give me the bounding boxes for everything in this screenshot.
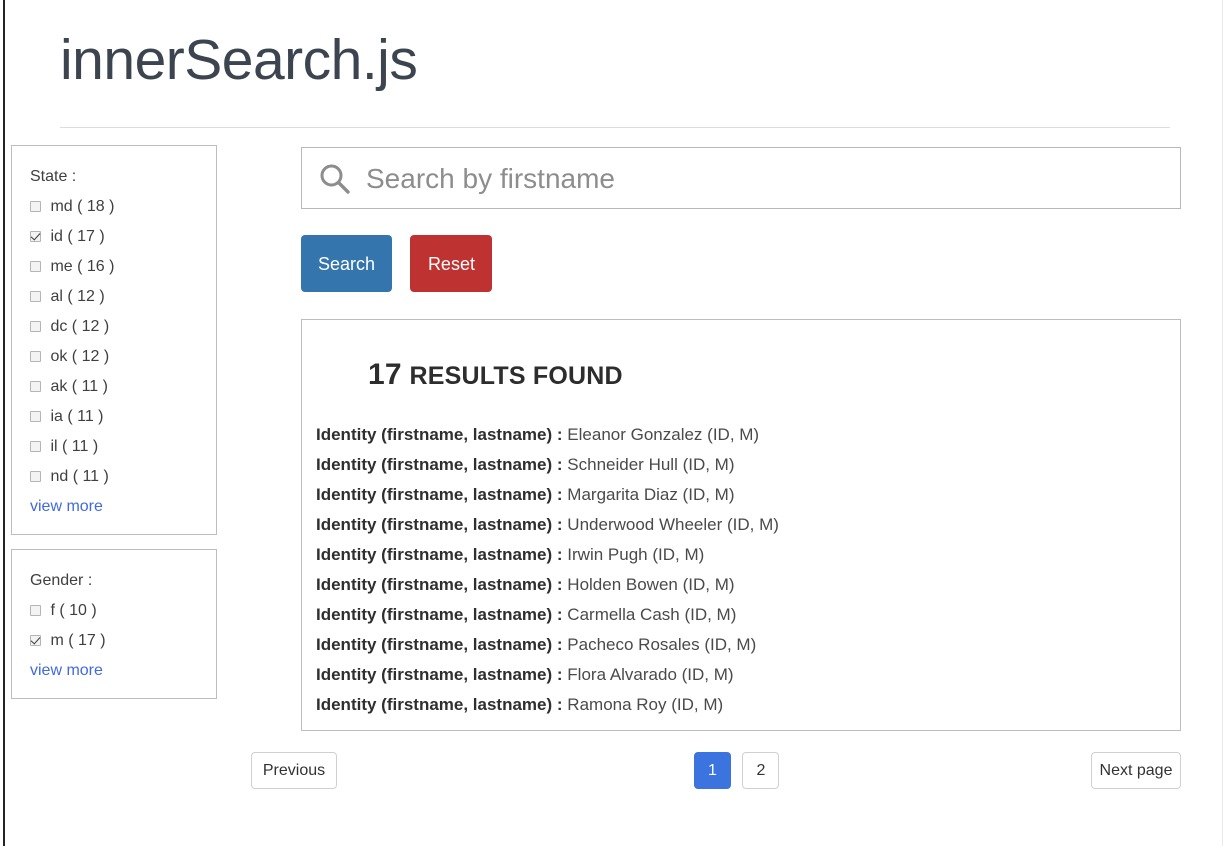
result-key: Identity (firstname, lastname) : [316,605,563,624]
result-key: Identity (firstname, lastname) : [316,575,563,594]
result-row: Identity (firstname, lastname) : Eleanor… [316,420,1180,450]
result-value: Eleanor Gonzalez (ID, M) [567,425,759,444]
result-row: Identity (firstname, lastname) : Margari… [316,480,1180,510]
result-key: Identity (firstname, lastname) : [316,665,563,684]
facet-label-id: id ( 17 ) [50,228,104,245]
result-value: Ramona Roy (ID, M) [567,695,723,714]
facet-checkbox-ak[interactable] [30,381,41,392]
facet-option-ak[interactable]: ak ( 11 ) [12,372,216,402]
reset-button[interactable]: Reset [410,235,492,292]
result-key: Identity (firstname, lastname) : [316,635,563,654]
facet-label-ok: ok ( 12 ) [50,348,109,365]
result-key: Identity (firstname, lastname) : [316,485,563,504]
facet-label-ia: ia ( 11 ) [50,408,103,425]
search-button[interactable]: Search [301,235,392,292]
facet-checkbox-dc[interactable] [30,321,41,332]
title-divider [60,127,1170,128]
previous-page-button[interactable]: Previous [251,752,337,789]
facet-label-nd: nd ( 11 ) [50,468,108,485]
result-key: Identity (firstname, lastname) : [316,695,563,714]
result-value: Margarita Diaz (ID, M) [567,485,734,504]
search-input[interactable] [364,148,1168,210]
results-panel: 17 RESULTS FOUND Identity (firstname, la… [301,319,1181,731]
result-row: Identity (firstname, lastname) : Irwin P… [316,540,1180,570]
facet-checkbox-il[interactable] [30,441,41,452]
search-icon [318,162,352,196]
results-list: Identity (firstname, lastname) : Eleanor… [302,392,1180,720]
page-header: innerSearch.js [60,26,1170,94]
facet-label-md: md ( 18 ) [50,198,114,215]
facet-option-al[interactable]: al ( 12 ) [12,282,216,312]
results-count: 17 [368,358,402,391]
page-container: innerSearch.js State : md ( 18 ) id ( 17… [0,0,1230,846]
result-row: Identity (firstname, lastname) : Holden … [316,570,1180,600]
facet-label-al: al ( 12 ) [50,288,104,305]
result-row: Identity (firstname, lastname) : Schneid… [316,450,1180,480]
facet-checkbox-nd[interactable] [30,471,41,482]
result-value: Pacheco Rosales (ID, M) [567,635,756,654]
pagination: Previous 1 2 Next page [251,752,1181,790]
facet-option-f[interactable]: f ( 10 ) [12,596,216,626]
page-title: innerSearch.js [60,26,1170,94]
result-value: Underwood Wheeler (ID, M) [567,515,779,534]
facet-checkbox-me[interactable] [30,261,41,272]
facet-option-md[interactable]: md ( 18 ) [12,192,216,222]
results-found-label: RESULTS FOUND [409,362,622,390]
facet-label-ak: ak ( 11 ) [50,378,108,395]
facet-option-id[interactable]: id ( 17 ) [12,222,216,252]
facet-checkbox-m[interactable] [30,635,41,646]
facet-option-ia[interactable]: ia ( 11 ) [12,402,216,432]
result-value: Schneider Hull (ID, M) [567,455,734,474]
next-page-button[interactable]: Next page [1091,752,1181,789]
facet-checkbox-f[interactable] [30,605,41,616]
facet-label-m: m ( 17 ) [50,632,105,649]
result-value: Carmella Cash (ID, M) [567,605,736,624]
results-heading: 17 RESULTS FOUND [302,320,1180,392]
page-number-list: 1 2 [694,752,786,789]
facet-checkbox-md[interactable] [30,201,41,212]
facet-panel-gender: Gender : f ( 10 ) m ( 17 ) view more [11,549,217,699]
facet-option-ok[interactable]: ok ( 12 ) [12,342,216,372]
result-key: Identity (firstname, lastname) : [316,515,563,534]
facet-label-il: il ( 11 ) [50,438,98,455]
result-row: Identity (firstname, lastname) : Ramona … [316,690,1180,720]
result-value: Holden Bowen (ID, M) [567,575,734,594]
result-value: Irwin Pugh (ID, M) [567,545,704,564]
facet-checkbox-al[interactable] [30,291,41,302]
facet-checkbox-id[interactable] [30,231,41,242]
page-number-2[interactable]: 2 [742,752,779,789]
facet-checkbox-ia[interactable] [30,411,41,422]
result-key: Identity (firstname, lastname) : [316,545,563,564]
facet-option-nd[interactable]: nd ( 11 ) [12,462,216,492]
facet-option-dc[interactable]: dc ( 12 ) [12,312,216,342]
view-more-gender[interactable]: view more [12,656,216,686]
facet-option-m[interactable]: m ( 17 ) [12,626,216,656]
result-key: Identity (firstname, lastname) : [316,425,563,444]
facet-sidebar: State : md ( 18 ) id ( 17 ) me ( 16 ) al… [11,145,217,713]
action-buttons: Search Reset [301,235,492,292]
facet-label-f: f ( 10 ) [50,602,96,619]
facet-label-dc: dc ( 12 ) [50,318,109,335]
result-row: Identity (firstname, lastname) : Underwo… [316,510,1180,540]
result-row: Identity (firstname, lastname) : Flora A… [316,660,1180,690]
facet-title-state: State : [12,162,216,192]
search-box[interactable] [301,147,1181,209]
facet-checkbox-ok[interactable] [30,351,41,362]
facet-title-gender: Gender : [12,566,216,596]
facet-option-me[interactable]: me ( 16 ) [12,252,216,282]
page-number-1[interactable]: 1 [694,752,731,789]
view-more-state[interactable]: view more [12,492,216,522]
facet-label-me: me ( 16 ) [50,258,114,275]
facet-option-il[interactable]: il ( 11 ) [12,432,216,462]
result-row: Identity (firstname, lastname) : Carmell… [316,600,1180,630]
facet-panel-state: State : md ( 18 ) id ( 17 ) me ( 16 ) al… [11,145,217,535]
result-row: Identity (firstname, lastname) : Pacheco… [316,630,1180,660]
result-key: Identity (firstname, lastname) : [316,455,563,474]
result-value: Flora Alvarado (ID, M) [567,665,733,684]
main-content: Search Reset 17 RESULTS FOUND Identity (… [301,147,1181,209]
